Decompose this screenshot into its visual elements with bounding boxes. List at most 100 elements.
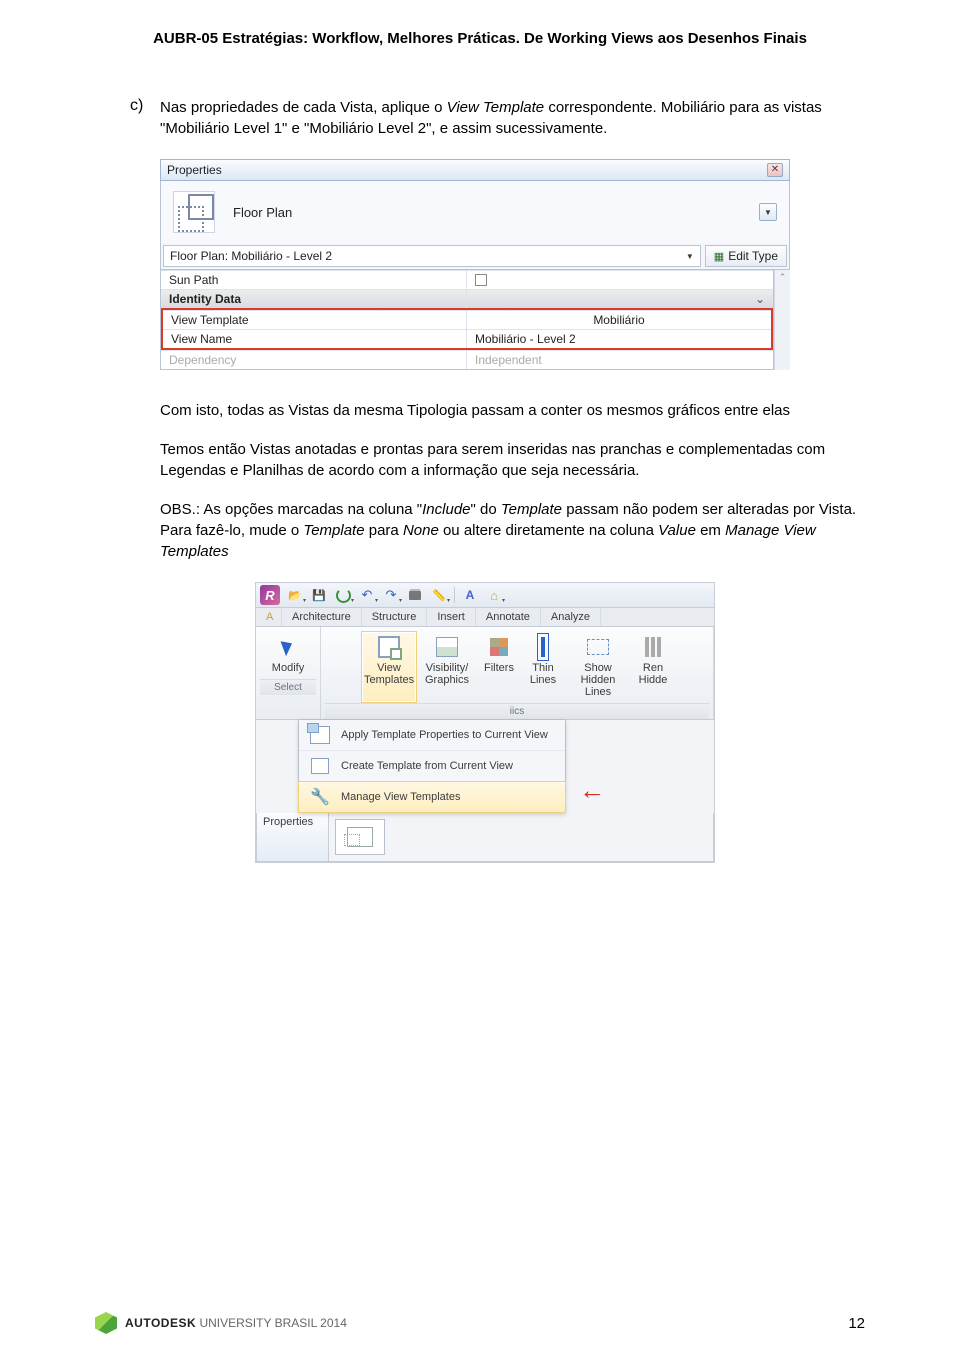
thin-lines-icon bbox=[541, 637, 545, 657]
home-icon[interactable]: ▾ bbox=[485, 586, 503, 604]
view-templates-button[interactable]: View Templates bbox=[361, 631, 417, 703]
redo-icon[interactable]: ▾ bbox=[382, 586, 400, 604]
panel-label: iics bbox=[325, 703, 709, 719]
properties-titlebar: Properties ✕ bbox=[160, 159, 790, 181]
ribbon-tabs: A Architecture Structure Insert Annotate… bbox=[256, 608, 714, 627]
autodesk-logo: AUTODESK UNIVERSITY BRASIL 2014 bbox=[95, 1312, 347, 1334]
dd-apply-template[interactable]: Apply Template Properties to Current Vie… bbox=[299, 720, 565, 751]
p3a: OBS.: As opções marcadas na coluna " bbox=[160, 501, 422, 518]
type-selector-stub[interactable] bbox=[335, 819, 385, 855]
save-icon[interactable] bbox=[310, 586, 328, 604]
type-selector[interactable]: Floor Plan ▼ bbox=[160, 181, 790, 243]
brand3: BRASIL 2014 bbox=[275, 1316, 347, 1330]
chevron-down-icon[interactable]: ▼ bbox=[759, 203, 777, 221]
properties-palette-stub: Properties bbox=[256, 813, 714, 862]
p3i2: Template bbox=[501, 501, 562, 518]
label: Visibility/ Graphics bbox=[422, 662, 472, 686]
p3i1: Include bbox=[422, 501, 470, 518]
scrollbar[interactable]: ⌃ bbox=[774, 270, 790, 370]
thin-lines-button[interactable]: Thin Lines bbox=[523, 631, 563, 703]
open-icon[interactable]: ▾ bbox=[286, 586, 304, 604]
remove-hidden-button[interactable]: Ren Hidde bbox=[633, 631, 673, 703]
panel-graphics: View Templates Visibility/ Graphics Filt… bbox=[321, 627, 714, 719]
row-view-template: View Template Mobiliário bbox=[163, 310, 771, 329]
properties-title: Properties bbox=[167, 163, 222, 177]
tab-analyze[interactable]: Analyze bbox=[541, 608, 601, 626]
visibility-icon bbox=[436, 637, 458, 657]
wrench-icon: 🔧 bbox=[309, 787, 331, 807]
value[interactable] bbox=[467, 271, 773, 289]
properties-grid: Sun Path Identity Data ⌄ View Template M… bbox=[160, 270, 774, 370]
ribbon-screenshot: R ▾ ▾ ▾ ▾ ▾ ▾ A Architecture Structure I… bbox=[255, 582, 715, 863]
floorplan-icon bbox=[347, 827, 373, 847]
cursor-icon bbox=[283, 639, 293, 655]
p3d: para bbox=[365, 522, 403, 539]
text-icon[interactable] bbox=[461, 586, 479, 604]
highlight-box: View Template Mobiliário View Name Mobil… bbox=[161, 308, 773, 350]
filters-button[interactable]: Filters bbox=[477, 631, 521, 703]
view-templates-dropdown: Apply Template Properties to Current Vie… bbox=[298, 719, 566, 813]
label: Show Hidden Lines bbox=[568, 662, 628, 698]
page-header: AUBR-05 Estratégias: Workflow, Melhores … bbox=[95, 30, 865, 47]
tab-structure[interactable]: Structure bbox=[362, 608, 428, 626]
instance-row: Floor Plan: Mobiliário - Level 2 ▼ ▦ Edi… bbox=[160, 243, 790, 270]
list-marker: c) bbox=[130, 97, 160, 149]
instance-select[interactable]: Floor Plan: Mobiliário - Level 2 ▼ bbox=[163, 245, 701, 267]
instance-text: Floor Plan: Mobiliário - Level 2 bbox=[170, 249, 332, 263]
value[interactable]: Mobiliário - Level 2 bbox=[467, 330, 771, 348]
value: Independent bbox=[467, 351, 773, 369]
red-arrow-icon: ← bbox=[579, 775, 601, 806]
paragraph-1: Com isto, todas as Vistas da mesma Tipol… bbox=[160, 400, 865, 421]
remove-hidden-icon bbox=[651, 637, 655, 657]
label: Create Template from Current View bbox=[341, 760, 513, 772]
label: Identity Data bbox=[161, 290, 467, 308]
create-template-icon bbox=[309, 756, 331, 776]
show-hidden-button[interactable]: Show Hidden Lines bbox=[565, 631, 631, 703]
row-identity-data: Identity Data ⌄ bbox=[161, 289, 773, 308]
paragraph-2: Temos então Vistas anotadas e prontas pa… bbox=[160, 439, 865, 481]
dd-manage-templates[interactable]: 🔧 Manage View Templates ← bbox=[298, 781, 566, 813]
filters-icon bbox=[490, 638, 508, 656]
print-icon[interactable] bbox=[406, 586, 424, 604]
visibility-graphics-button[interactable]: Visibility/ Graphics bbox=[419, 631, 475, 703]
dd-create-template[interactable]: Create Template from Current View bbox=[299, 751, 565, 782]
label: View Templates bbox=[364, 662, 414, 686]
label: Ren Hidde bbox=[636, 662, 670, 686]
tab-annotate[interactable]: Annotate bbox=[476, 608, 541, 626]
brand2: UNIVERSITY bbox=[196, 1316, 274, 1330]
panel-label: Select bbox=[260, 679, 316, 695]
templates-icon bbox=[378, 636, 400, 658]
ribbon-body: Modify Select View Templates Visibility/… bbox=[256, 627, 714, 720]
edit-type-button[interactable]: ▦ Edit Type bbox=[705, 245, 787, 267]
measure-icon[interactable]: ▾ bbox=[430, 586, 448, 604]
list-item-c: c) Nas propriedades de cada Vista, apliq… bbox=[130, 97, 865, 149]
page-number: 12 bbox=[848, 1315, 865, 1332]
autodesk-cube-icon bbox=[95, 1312, 117, 1334]
modify-button[interactable]: Modify bbox=[260, 631, 316, 679]
t1: Nas propriedades de cada Vista, aplique … bbox=[160, 99, 447, 116]
row-sun-path: Sun Path bbox=[161, 270, 773, 289]
show-hidden-icon bbox=[587, 639, 609, 655]
tab-architecture[interactable]: Architecture bbox=[282, 608, 362, 626]
value[interactable]: Mobiliário bbox=[467, 311, 771, 329]
p3i4: None bbox=[403, 522, 439, 539]
label: Thin Lines bbox=[526, 662, 560, 686]
label: Filters bbox=[480, 662, 518, 674]
tab-insert[interactable]: Insert bbox=[427, 608, 476, 626]
checkbox-icon[interactable] bbox=[475, 274, 487, 286]
p3f: em bbox=[696, 522, 725, 539]
tab-home[interactable]: A bbox=[256, 608, 282, 626]
label: Manage View Templates bbox=[341, 791, 460, 803]
label: Sun Path bbox=[161, 271, 467, 289]
row-dependency: Dependency Independent bbox=[161, 350, 773, 369]
edit-type-label: Edit Type bbox=[728, 249, 778, 263]
collapse-icon[interactable]: ⌄ bbox=[467, 290, 773, 308]
p3i5: Value bbox=[658, 522, 696, 539]
sync-icon[interactable]: ▾ bbox=[334, 586, 352, 604]
close-icon[interactable]: ✕ bbox=[767, 163, 783, 177]
undo-icon[interactable]: ▾ bbox=[358, 586, 376, 604]
revit-logo-icon[interactable]: R bbox=[260, 585, 280, 605]
list-text: Nas propriedades de cada Vista, aplique … bbox=[160, 97, 865, 139]
p3b: " do bbox=[471, 501, 501, 518]
quick-access-toolbar: R ▾ ▾ ▾ ▾ ▾ ▾ bbox=[256, 583, 714, 608]
